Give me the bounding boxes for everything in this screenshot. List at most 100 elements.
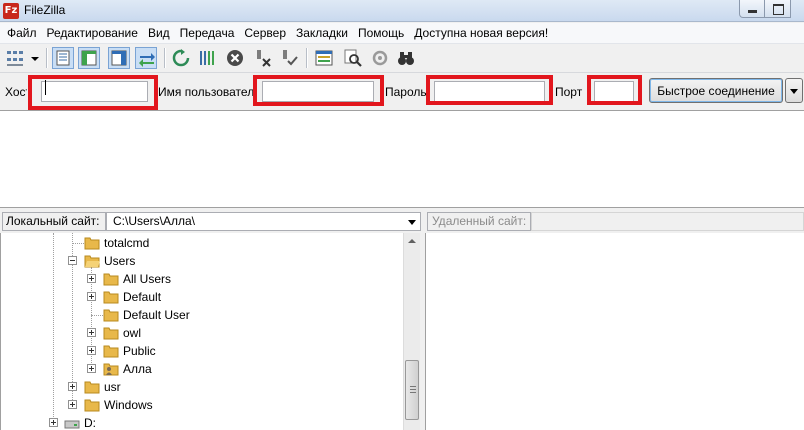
tree-item-label: D: [84, 416, 96, 430]
menu-edit[interactable]: Редактирование [42, 24, 143, 43]
quickconnect-button[interactable]: Быстрое соединение [649, 78, 783, 103]
menu-transfer[interactable]: Передача [175, 24, 240, 43]
expand-icon[interactable] [87, 328, 96, 337]
tree-item-label: owl [123, 326, 142, 340]
tree-item-label: usr [104, 380, 121, 394]
folder-icon [103, 327, 119, 340]
tree-item-owl[interactable]: owl [1, 324, 401, 342]
quickconnect-dropdown-icon[interactable] [785, 78, 803, 103]
menu-bar: Файл Редактирование Вид Передача Сервер … [0, 23, 804, 44]
compare-directories-icon[interactable] [369, 47, 391, 69]
expand-icon[interactable] [87, 274, 96, 283]
tree-item-label: totalcmd [104, 236, 150, 250]
toggle-transfer-queue-icon[interactable] [135, 47, 157, 69]
expand-icon[interactable] [49, 418, 58, 427]
tree-item-label: Default [123, 290, 162, 304]
port-label: Порт [555, 85, 583, 99]
cancel-icon[interactable] [224, 47, 246, 69]
grip-line [410, 389, 416, 390]
tree-item-label: Users [104, 254, 136, 268]
toolbar-separator [164, 48, 165, 68]
tree-item-all-users[interactable]: All Users [1, 270, 401, 288]
toolbar-separator [306, 48, 307, 68]
menu-file[interactable]: Файл [2, 24, 42, 43]
local-path-combobox[interactable]: C:\Users\Алла\ [106, 212, 421, 231]
grip-line [410, 392, 416, 393]
tree-item-label: Windows [104, 398, 153, 412]
process-queue-icon[interactable] [196, 47, 218, 69]
tree-item-label: Алла [123, 362, 152, 376]
port-input[interactable] [594, 81, 634, 102]
host-label: Хост [5, 85, 27, 99]
toggle-remote-tree-icon[interactable] [108, 47, 130, 69]
tree-item-label: Default User [123, 308, 190, 322]
menu-help[interactable]: Помощь [353, 24, 409, 43]
local-tree-scrollbar[interactable] [403, 233, 420, 430]
toolbar-separator [46, 48, 47, 68]
drive-icon [64, 420, 80, 429]
search-files-icon[interactable] [342, 47, 364, 69]
filezilla-logo-icon: Fz [3, 3, 19, 19]
password-label: Пароль [385, 85, 427, 99]
local-site-header: Локальный сайт: C:\Users\Алла\ [0, 210, 422, 233]
folder-icon [84, 399, 100, 412]
tree-item-drive-d[interactable]: D: [1, 414, 401, 430]
collapse-icon[interactable] [68, 256, 77, 265]
expand-icon[interactable] [87, 364, 96, 373]
tree-item-totalcmd[interactable]: totalcmd [1, 234, 401, 252]
reconnect-icon[interactable] [278, 47, 300, 69]
grip-line [410, 386, 416, 387]
toggle-message-log-icon[interactable] [52, 47, 74, 69]
expand-icon[interactable] [87, 346, 96, 355]
tree-item-label: Public [123, 344, 156, 358]
menu-server[interactable]: Сервер [239, 24, 291, 43]
toolbar [0, 45, 804, 71]
menu-new-version[interactable]: Доступна новая версия! [409, 24, 553, 43]
open-folder-icon [84, 255, 100, 268]
toggle-local-tree-icon[interactable] [78, 47, 100, 69]
scrollbar-thumb[interactable] [405, 360, 419, 420]
find-binoculars-icon[interactable] [395, 47, 417, 69]
menu-view[interactable]: Вид [143, 24, 175, 43]
tree-item-users[interactable]: Users [1, 252, 401, 270]
tree-item-public[interactable]: Public [1, 342, 401, 360]
disconnect-icon[interactable] [252, 47, 274, 69]
maximize-button[interactable] [765, 0, 791, 18]
local-directory-tree[interactable]: totalcmd Users All Users Default Default… [0, 233, 403, 430]
folder-icon [103, 291, 119, 304]
local-path-dropdown-icon[interactable] [408, 220, 416, 225]
site-manager-dropdown-icon[interactable] [28, 47, 42, 69]
folder-icon [84, 381, 100, 394]
host-input[interactable] [41, 81, 148, 102]
remote-site-label: Удаленный сайт: [427, 212, 531, 231]
remote-site-header: Удаленный сайт: [425, 210, 804, 233]
expand-icon[interactable] [87, 292, 96, 301]
local-site-label: Локальный сайт: [2, 212, 106, 231]
tree-item-usr[interactable]: usr [1, 378, 401, 396]
username-input[interactable] [262, 81, 374, 102]
refresh-icon[interactable] [170, 47, 192, 69]
window-title: FileZilla [24, 3, 66, 17]
folder-icon [103, 273, 119, 286]
remote-directory-tree[interactable] [425, 233, 804, 430]
remote-path-combobox[interactable] [531, 212, 804, 231]
expand-icon[interactable] [68, 382, 77, 391]
directory-filters-icon[interactable] [313, 47, 335, 69]
tree-item-windows[interactable]: Windows [1, 396, 401, 414]
message-log[interactable] [0, 110, 804, 208]
minimize-button[interactable] [739, 0, 765, 18]
text-cursor [45, 80, 46, 95]
menu-bookmarks[interactable]: Закладки [291, 24, 353, 43]
tree-item-label: All Users [123, 272, 172, 286]
scroll-up-icon[interactable] [404, 233, 420, 250]
folder-icon [103, 309, 119, 322]
site-manager-icon[interactable] [4, 47, 26, 69]
expand-icon[interactable] [68, 400, 77, 409]
tree-item-default[interactable]: Default [1, 288, 401, 306]
title-bar: Fz FileZilla [0, 0, 804, 22]
user-folder-icon [103, 363, 119, 376]
username-label: Имя пользователя [158, 85, 254, 99]
password-input[interactable] [434, 81, 545, 102]
tree-item-default-user[interactable]: Default User [1, 306, 401, 324]
tree-item-alla[interactable]: Алла [1, 360, 401, 378]
